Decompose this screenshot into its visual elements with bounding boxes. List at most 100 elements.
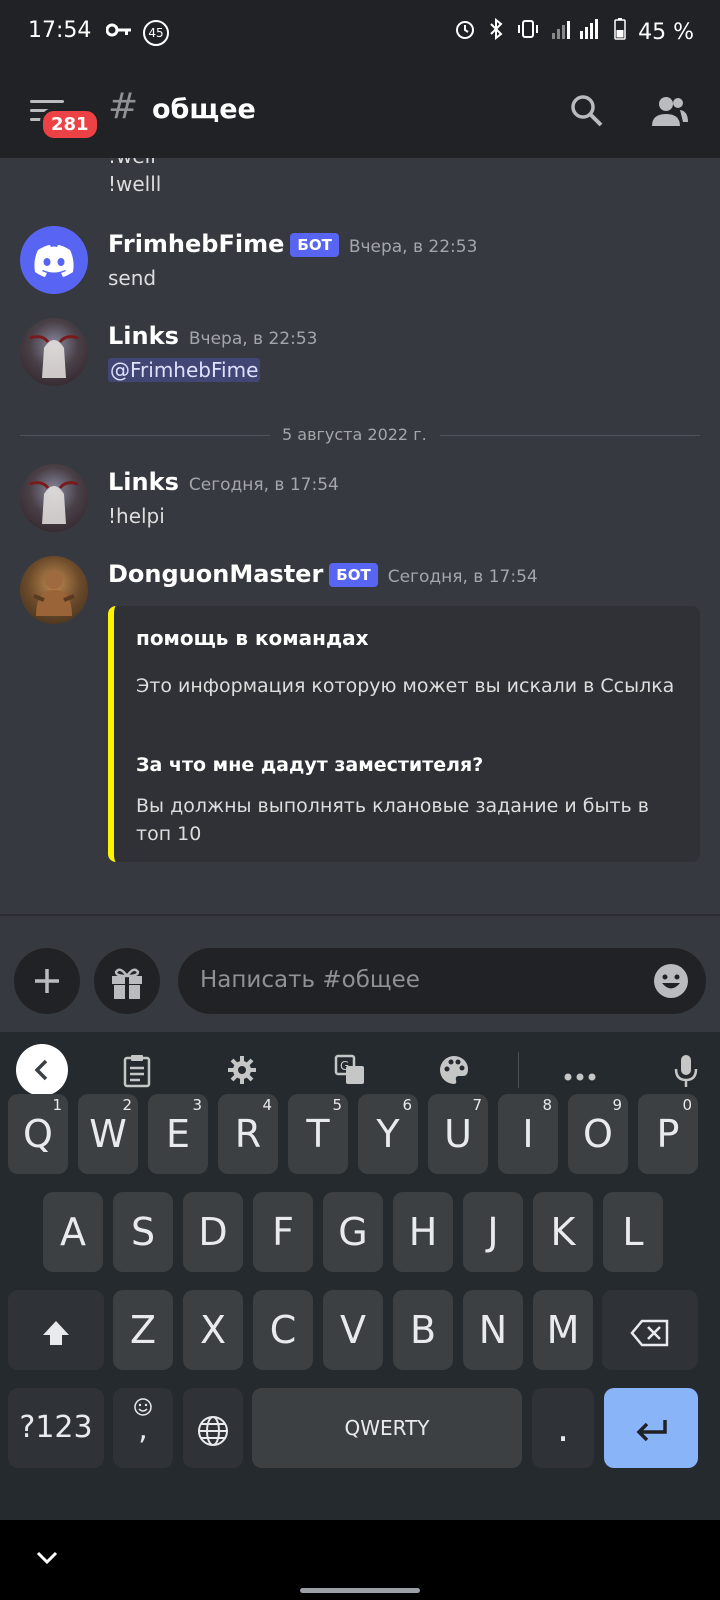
key-n[interactable]: N bbox=[463, 1290, 523, 1370]
channel-header: # общее bbox=[0, 66, 720, 158]
avatar[interactable] bbox=[20, 464, 88, 532]
emoji-icon[interactable] bbox=[652, 962, 690, 1004]
date-divider-label: 5 августа 2022 г. bbox=[282, 425, 427, 444]
chevron-down-icon[interactable] bbox=[36, 1550, 58, 1569]
attach-button[interactable] bbox=[14, 948, 80, 1014]
key-c[interactable]: C bbox=[253, 1290, 313, 1370]
key-b[interactable]: B bbox=[393, 1290, 453, 1370]
comma-label: , bbox=[138, 1412, 148, 1447]
status-icons: 45 % bbox=[454, 17, 694, 46]
key-label: U bbox=[444, 1112, 472, 1156]
key-hint: 2 bbox=[122, 1096, 132, 1114]
author-name[interactable]: Links bbox=[108, 468, 179, 496]
key-g[interactable]: G bbox=[323, 1192, 383, 1272]
key-label: P bbox=[656, 1112, 680, 1156]
message-timestamp: Сегодня, в 17:54 bbox=[188, 475, 339, 495]
key-hint: 5 bbox=[332, 1096, 342, 1114]
key-label: Y bbox=[376, 1112, 400, 1156]
shift-key[interactable] bbox=[8, 1290, 104, 1370]
avatar[interactable] bbox=[20, 226, 88, 294]
discord-logo-icon bbox=[34, 245, 74, 277]
translate-icon[interactable]: G bbox=[334, 1054, 366, 1090]
search-icon[interactable] bbox=[570, 94, 604, 132]
enter-key[interactable] bbox=[604, 1388, 698, 1468]
embed-field-value: Вы должны выполнять клановые задание и б… bbox=[136, 795, 649, 845]
key-v[interactable]: V bbox=[323, 1290, 383, 1370]
key-label: E bbox=[165, 1112, 190, 1156]
key-h[interactable]: H bbox=[393, 1192, 453, 1272]
key-d[interactable]: D bbox=[183, 1192, 243, 1272]
author-name[interactable]: Links bbox=[108, 322, 179, 350]
key-o[interactable]: O9 bbox=[568, 1094, 628, 1174]
key-m[interactable]: M bbox=[533, 1290, 593, 1370]
embed-title: помощь в командах bbox=[136, 626, 369, 650]
message-timestamp: Сегодня, в 17:54 bbox=[387, 567, 538, 587]
home-gesture-bar[interactable] bbox=[300, 1588, 420, 1593]
backspace-key[interactable] bbox=[602, 1290, 698, 1370]
key-t[interactable]: T5 bbox=[288, 1094, 348, 1174]
key-hint: 0 bbox=[682, 1096, 692, 1114]
mention-count-badge: 281 bbox=[40, 108, 100, 141]
soft-keyboard: G Q1W2E3R4T5Y6U7I8O9P0 ASDFGHJKL ZXCVBNM bbox=[0, 1032, 720, 1520]
alarm-icon bbox=[454, 18, 476, 46]
author-name[interactable]: DonguonMaster bbox=[108, 560, 323, 588]
key-hint: 6 bbox=[402, 1096, 412, 1114]
key-f[interactable]: F bbox=[253, 1192, 313, 1272]
more-options-icon[interactable] bbox=[564, 1066, 596, 1085]
date-divider: 5 августа 2022 г. bbox=[20, 425, 700, 445]
message-text: send bbox=[108, 266, 157, 290]
members-icon[interactable] bbox=[650, 94, 690, 132]
key-q[interactable]: Q1 bbox=[8, 1094, 68, 1174]
space-key[interactable]: QWERTY bbox=[252, 1388, 522, 1468]
key-u[interactable]: U7 bbox=[428, 1094, 488, 1174]
key-e[interactable]: E3 bbox=[148, 1094, 208, 1174]
key-p[interactable]: P0 bbox=[638, 1094, 698, 1174]
backspace-icon bbox=[630, 1319, 669, 1346]
message-input-placeholder: Написать #общее bbox=[200, 967, 420, 993]
key-s[interactable]: S bbox=[113, 1192, 173, 1272]
key-z[interactable]: Z bbox=[113, 1290, 173, 1370]
key-label: R bbox=[234, 1112, 262, 1156]
message-input[interactable]: Написать #общее bbox=[178, 948, 706, 1014]
key-k[interactable]: K bbox=[533, 1192, 593, 1272]
avatar[interactable] bbox=[20, 318, 88, 386]
user-mention[interactable]: @FrimhebFime bbox=[108, 358, 261, 382]
avatar[interactable] bbox=[20, 556, 88, 624]
key-x[interactable]: X bbox=[183, 1290, 243, 1370]
key-hint: 7 bbox=[472, 1096, 482, 1114]
embed-field-title: За что мне дадут заместителя? bbox=[136, 754, 484, 776]
language-key[interactable] bbox=[183, 1388, 243, 1468]
status-bar: 17:54 45 45 % bbox=[0, 0, 720, 66]
enter-icon bbox=[636, 1419, 667, 1441]
key-l[interactable]: L bbox=[603, 1192, 663, 1272]
key-w[interactable]: W2 bbox=[78, 1094, 138, 1174]
channel-title: общее bbox=[152, 94, 256, 125]
keyboard-back-button[interactable] bbox=[16, 1044, 68, 1096]
key-a[interactable]: A bbox=[43, 1192, 103, 1272]
key-y[interactable]: Y6 bbox=[358, 1094, 418, 1174]
author-name[interactable]: FrimhebFime bbox=[108, 230, 284, 258]
message-text: @FrimhebFime bbox=[108, 358, 261, 382]
gift-button[interactable] bbox=[94, 948, 160, 1014]
message-header: Links Сегодня, в 17:54 bbox=[108, 468, 339, 496]
symbols-key[interactable]: ?123 bbox=[8, 1388, 104, 1468]
settings-gear-icon[interactable] bbox=[226, 1054, 258, 1090]
key-r[interactable]: R4 bbox=[218, 1094, 278, 1174]
key-hint: 4 bbox=[262, 1096, 272, 1114]
message-text: !welll bbox=[108, 172, 162, 196]
signal-icon bbox=[552, 19, 602, 45]
shift-arrow-icon bbox=[43, 1320, 69, 1345]
theme-palette-icon[interactable] bbox=[438, 1054, 470, 1090]
key-i[interactable]: I8 bbox=[498, 1094, 558, 1174]
comma-emoji-key[interactable]: , bbox=[113, 1388, 173, 1468]
message-list[interactable]: !well !welll FrimhebFimeБОТВчера, в 22:5… bbox=[0, 158, 720, 914]
message-header: Links Вчера, в 22:53 bbox=[108, 322, 317, 350]
discord-app: 17:54 45 45 % # общее 281 !welll Frimheb… bbox=[0, 0, 720, 1600]
key-label: I bbox=[522, 1112, 534, 1156]
key-label: T bbox=[306, 1112, 330, 1156]
period-key[interactable]: . bbox=[532, 1388, 594, 1468]
key-j[interactable]: J bbox=[463, 1192, 523, 1272]
microphone-icon[interactable] bbox=[674, 1054, 698, 1092]
clipboard-icon[interactable] bbox=[122, 1054, 152, 1092]
message-text: !well bbox=[108, 158, 156, 168]
